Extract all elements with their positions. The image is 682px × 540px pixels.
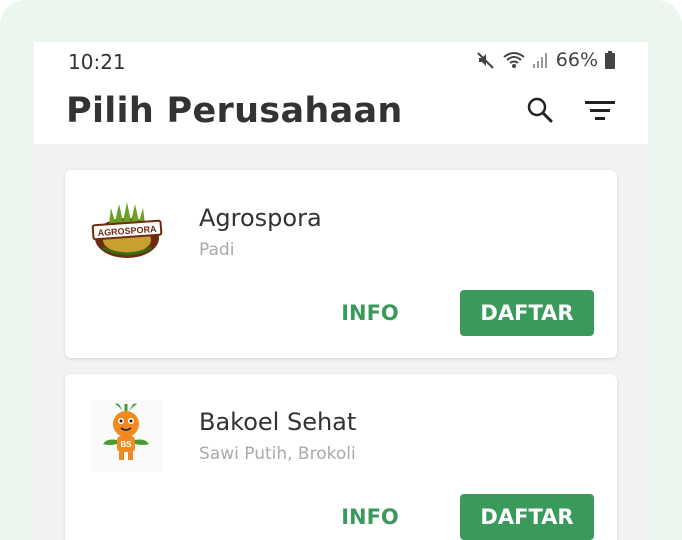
battery-percent: 66% xyxy=(555,49,598,71)
company-card: BS Bakoel Sehat Sawi Putih, Brokoli INFO… xyxy=(65,374,617,540)
company-crops: Sawi Putih, Brokoli xyxy=(199,444,356,464)
company-card: AGROSPORA Agrospora Padi INFO DAFTAR xyxy=(65,170,617,358)
company-name: Bakoel Sehat xyxy=(199,408,357,436)
phone-screen: 10:21 66% Pilih Perusahaan AGROSPORA Agr… xyxy=(34,42,648,540)
status-bar: 10:21 66% xyxy=(34,42,648,82)
app-bar: Pilih Perusahaan xyxy=(34,82,648,144)
status-time: 10:21 xyxy=(68,50,126,74)
signal-icon xyxy=(532,51,550,69)
register-button[interactable]: DAFTAR xyxy=(460,494,594,540)
filter-button[interactable] xyxy=(582,94,618,130)
filter-icon xyxy=(584,98,616,127)
battery-icon xyxy=(604,51,616,69)
device-frame: 10:21 66% Pilih Perusahaan AGROSPORA Agr… xyxy=(0,0,682,540)
status-icons: 66% xyxy=(476,49,616,71)
company-name: Agrospora xyxy=(199,204,322,232)
register-button[interactable]: DAFTAR xyxy=(460,290,594,336)
info-button[interactable]: INFO xyxy=(327,494,413,540)
search-button[interactable] xyxy=(522,94,558,130)
wifi-icon xyxy=(502,50,526,70)
company-logo: BS xyxy=(89,398,165,474)
mute-icon xyxy=(476,50,496,70)
search-icon xyxy=(526,96,554,129)
logo-text: BS xyxy=(120,440,132,449)
company-logo: AGROSPORA xyxy=(89,194,165,270)
info-button[interactable]: INFO xyxy=(327,290,413,336)
page-title: Pilih Perusahaan xyxy=(66,91,403,131)
company-crops: Padi xyxy=(199,240,235,260)
